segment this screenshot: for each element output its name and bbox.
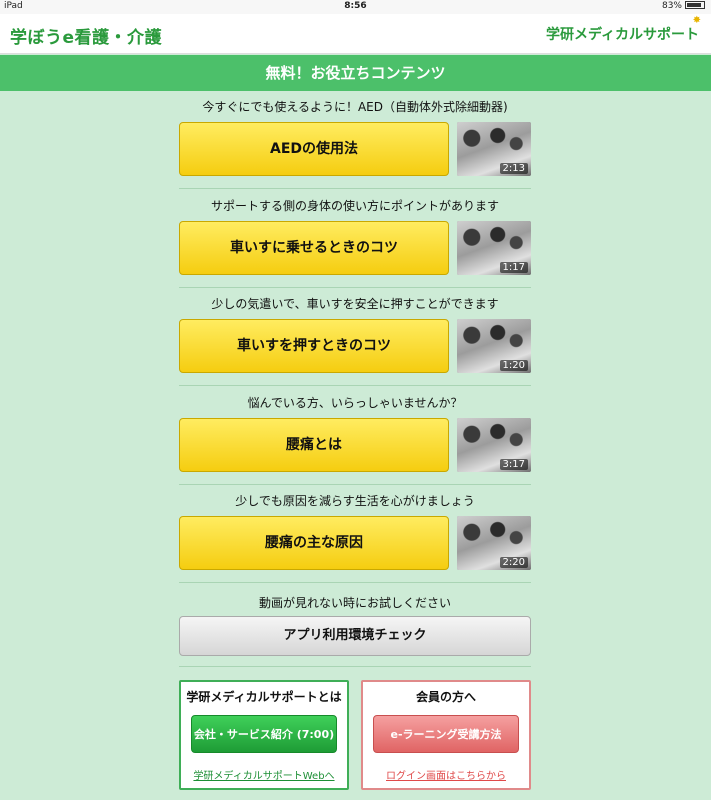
sun-icon: ✸ [692,15,701,26]
video-button[interactable]: AEDの使用法 [179,122,449,176]
battery-percent: 83% [661,1,682,11]
status-time: 8:56 [344,1,367,11]
video-thumbnail[interactable]: 2:20 [457,516,531,570]
check-caption: 動画が見れない時にお試しください [258,596,451,610]
app-logo[interactable]: 学ぼうe看護・介護 [10,23,162,48]
divider [179,666,531,667]
video-thumbnail[interactable]: 3:17 [457,417,531,472]
video-thumbnail[interactable]: 1:20 [457,319,531,373]
video-button[interactable]: 腰痛の主な原因 [179,516,449,570]
member-box-title: 会員の方へ [415,690,476,704]
video-duration: 1:17 [499,261,528,273]
page-title-banner: 無料！お役立ちコンテンツ [0,55,711,91]
section-caption: サポートする側の身体の使い方にポイントがあります [210,198,499,213]
video-duration: 3:17 [499,458,528,470]
app-header: 学ぼうe看護・介護 学研メディカルサポート ✸ [0,14,711,54]
divider [179,582,531,583]
company-box-title: 学研メディカルサポートとは [186,690,342,704]
content-list: 今すぐにでも使えるように！AED（自動体外式除細動器) AEDの使用法 2:13… [179,97,531,590]
battery-icon [685,1,705,9]
section-caption: 少しでも原因を減らす生活を心がけましょう [235,494,475,508]
content-section: 少しの気遣いで、車いすを安全に押すことができます 車いすを押すときのコツ 1:2… [179,294,531,393]
section-caption: 悩んでいる方、いらっしゃいませんか？ [247,395,463,410]
environment-check-button[interactable]: アプリ利用環境チェック [179,616,531,656]
video-duration: 2:13 [499,163,528,174]
content-section: 今すぐにでも使えるように！AED（自動体外式除細動器) AEDの使用法 2:13 [179,97,531,196]
elearning-guide-button[interactable]: e-ラーニング受講方法 (7:00) [373,715,519,779]
video-button[interactable]: 腰痛とは [179,417,449,472]
video-button[interactable]: 車いすを押すときのコツ [179,319,449,373]
divider [179,385,531,386]
section-caption: 今すぐにでも使えるように！AED（自動体外式除細動器) [202,100,508,114]
content-section: 悩んでいる方、いらっしゃいませんか？ 腰痛とは 3:17 [179,393,531,492]
divider [179,483,531,485]
content-section: 少しでも原因を減らす生活を心がけましょう 腰痛の主な原因 2:20 [179,491,531,590]
login-link[interactable]: ログイン画面はこちらから [386,767,506,782]
content-section: サポートする側の身体の使い方にポイントがあります 車いすに乗せるときのコツ 1:… [179,196,531,295]
company-logo-text: 学研メディカルサポート [545,27,699,43]
divider [179,188,531,189]
divider [179,286,531,288]
company-info-box: 学研メディカルサポートとは 会社・サービス紹介 (7:00) 学研メディカルサポ… [179,680,349,790]
video-thumbnail[interactable]: 1:17 [457,220,531,275]
video-button[interactable]: 車いすに乗せるときのコツ [179,220,449,275]
video-duration: 2:20 [499,557,528,568]
video-thumbnail[interactable]: 2:13 [457,122,531,176]
company-logo[interactable]: 学研メディカルサポート ✸ [545,15,701,44]
member-info-box: 会員の方へ e-ラーニング受講方法 (7:00) ログイン画面はこちらから [361,680,531,790]
company-web-link[interactable]: 学研メディカルサポートWebへ [193,767,334,782]
status-bar: iPad 8:56 83% [0,0,711,14]
company-intro-button[interactable]: 会社・サービス紹介 (7:00) [191,715,337,753]
video-duration: 1:20 [499,360,528,371]
section-caption: 少しの気遣いで、車いすを安全に押すことができます [211,297,499,311]
battery-status: 83% [662,1,705,11]
